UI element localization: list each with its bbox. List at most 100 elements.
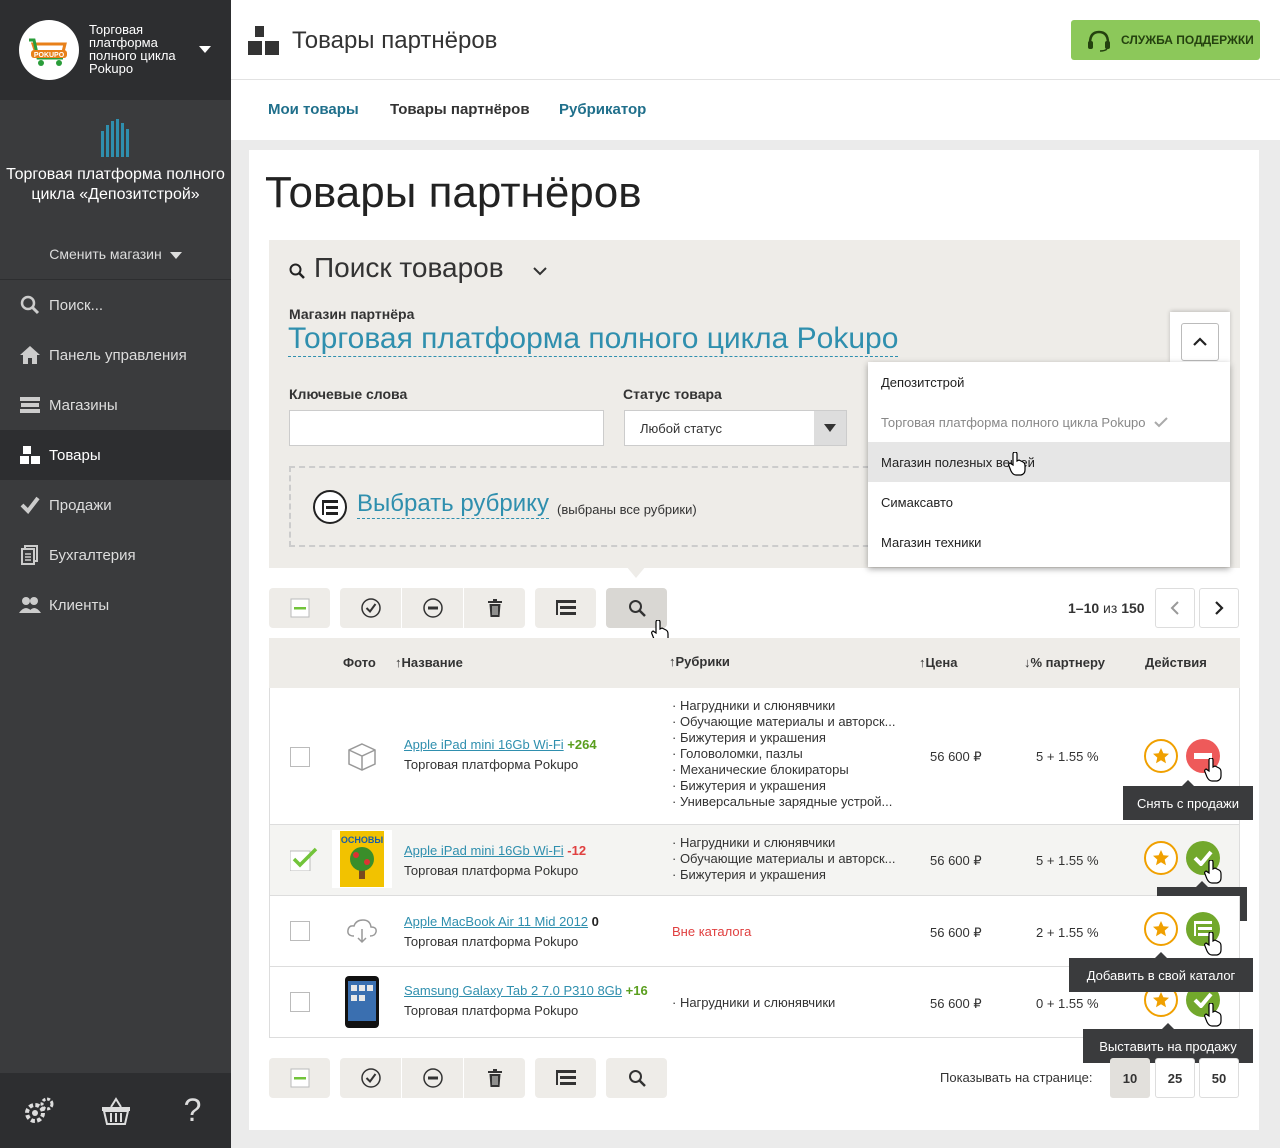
check-icon: [19, 494, 41, 516]
nav-item-sales[interactable]: Продажи: [0, 480, 231, 530]
chevron-down-icon[interactable]: [199, 46, 211, 53]
product-link[interactable]: Samsung Galaxy Tab 2 7.0 P310 8Gb: [404, 983, 622, 998]
approve-selected-button[interactable]: [340, 588, 401, 628]
cloud-download-icon: [332, 902, 392, 960]
delete-selected-button[interactable]: [464, 588, 525, 628]
gear-icon[interactable]: [0, 1073, 77, 1148]
row-checkbox[interactable]: [290, 747, 310, 767]
row-checkbox[interactable]: [290, 992, 310, 1012]
chevron-down-icon[interactable]: [532, 265, 548, 277]
dropdown-option[interactable]: Депозитстрой: [868, 362, 1230, 402]
rubric-item: · Обучающие материалы и авторск...: [672, 851, 896, 866]
pagination-info: 1–10 из 150: [1068, 600, 1145, 616]
pokupo-logo: POKUPO: [19, 20, 79, 80]
nav-item-stores[interactable]: Магазины: [0, 380, 231, 430]
search-toggle-button[interactable]: [606, 1058, 667, 1098]
product-link[interactable]: Apple MacBook Air 11 Mid 2012: [404, 914, 588, 929]
minus-circle-icon: [422, 598, 443, 618]
favorite-button[interactable]: [1144, 841, 1178, 875]
row-checkbox[interactable]: [290, 921, 310, 941]
status-label: Статус товара: [623, 386, 722, 402]
chevron-left-icon: [1170, 601, 1179, 615]
status-select[interactable]: Любой статус: [624, 410, 847, 446]
svg-text:POKUPO: POKUPO: [34, 52, 65, 59]
help-icon[interactable]: ?: [154, 1073, 231, 1148]
tooltip: Добавить в свой каталог: [1069, 952, 1253, 992]
nav-label: Панель управления: [49, 346, 187, 364]
product-name: Apple MacBook Air 11 Mid 2012 0: [404, 914, 599, 929]
nav-label: Продажи: [49, 496, 112, 514]
column-header-price[interactable]: ↑Цена: [919, 655, 957, 670]
rubric-selected-button[interactable]: [535, 1058, 596, 1098]
dropdown-toggle[interactable]: [1170, 312, 1230, 363]
keywords-label: Ключевые слова: [289, 386, 408, 402]
nav-item-dashboard[interactable]: Панель управления: [0, 330, 231, 380]
rubric-selected-button[interactable]: [535, 588, 596, 628]
per-page-label: Показывать на странице:: [940, 1070, 1093, 1085]
per-page-option-current[interactable]: 10: [1110, 1058, 1150, 1098]
select-all-checkbox[interactable]: [269, 588, 330, 628]
rubric-item: · Бижутерия и украшения: [672, 730, 826, 745]
nav-item-accounting[interactable]: Бухгалтерия: [0, 530, 231, 580]
triangle-down-icon: [814, 411, 846, 445]
check-circle-icon: [360, 1068, 381, 1088]
column-header-partner-pct[interactable]: ↓% партнеру: [1024, 655, 1105, 670]
product-link[interactable]: Apple iPad mini 16Gb Wi-Fi: [404, 737, 564, 752]
next-page-button[interactable]: [1199, 588, 1239, 628]
tab-rubricator[interactable]: Рубрикатор: [559, 101, 646, 118]
nav-item-clients[interactable]: Клиенты: [0, 580, 231, 630]
search-icon: [628, 1070, 646, 1087]
column-header-actions: Действия: [1145, 655, 1207, 670]
partner-store-select[interactable]: Торговая платформа полного цикла Pokupo: [288, 322, 899, 357]
dropdown-option-hovered[interactable]: Магазин полезных вещей: [868, 442, 1230, 482]
product-store: Торговая платформа Pokupo: [404, 1003, 579, 1018]
rubric-tree-icon: [312, 489, 348, 525]
delete-selected-button[interactable]: [464, 1058, 525, 1098]
rubric-item: · Головоломки, пазлы: [672, 746, 803, 761]
chevron-up-icon[interactable]: [1181, 323, 1219, 361]
support-button[interactable]: СЛУЖБА ПОДДЕРЖКИ: [1071, 20, 1260, 60]
column-header-name[interactable]: ↑Название: [395, 655, 463, 670]
search-icon: [628, 600, 646, 617]
table-row: ОСНОВЫ Apple iPad mini 16Gb Wi-Fi -12 То…: [269, 825, 1240, 896]
dropdown-option[interactable]: Магазин техники: [868, 522, 1230, 562]
tab-my-products[interactable]: Мои товары: [268, 101, 359, 118]
favorite-button[interactable]: [1144, 912, 1178, 946]
product-rubrics: · Нагрудники и слюнявчики: [672, 995, 835, 1011]
column-header-rubrics[interactable]: ↑Рубрики: [669, 654, 730, 669]
page-title: Товары партнёров: [265, 168, 642, 217]
keywords-input[interactable]: [289, 410, 604, 446]
product-store: Торговая платформа Pokupo: [404, 757, 579, 772]
remove-selected-button[interactable]: [402, 588, 463, 628]
nav-item-search[interactable]: Поиск...: [0, 280, 231, 330]
product-price: 56 600 ₽: [930, 996, 982, 1011]
users-icon: [19, 594, 41, 616]
switch-store-button[interactable]: Сменить магазин: [0, 246, 231, 262]
product-store: Торговая платформа Pokupo: [404, 934, 579, 949]
chevron-down-icon: [169, 251, 182, 259]
per-page-option[interactable]: 50: [1199, 1058, 1239, 1098]
select-all-checkbox[interactable]: [269, 1058, 330, 1098]
remove-selected-button[interactable]: [402, 1058, 463, 1098]
star-icon: [1153, 992, 1169, 1008]
product-price: 56 600 ₽: [930, 853, 982, 868]
partner-pct: 0 + 1.55 %: [1036, 996, 1099, 1011]
checked-checkbox[interactable]: [290, 847, 318, 871]
minus-checkbox-icon: [290, 1068, 309, 1088]
tab-partner-products[interactable]: Товары партнёров: [390, 101, 530, 118]
prev-page-button[interactable]: [1155, 588, 1195, 628]
approve-selected-button[interactable]: [340, 1058, 401, 1098]
product-name: Apple iPad mini 16Gb Wi-Fi +264: [404, 737, 597, 752]
dropdown-option[interactable]: Симаксавто: [868, 482, 1230, 522]
rubric-item: · Обучающие материалы и авторск...: [672, 714, 896, 729]
nav-item-products[interactable]: Товары: [0, 430, 231, 480]
basket-icon[interactable]: [77, 1073, 154, 1148]
out-of-catalog-status: Вне каталога: [672, 924, 752, 939]
dropdown-option-selected[interactable]: Торговая платформа полного цикла Pokupo: [868, 402, 1230, 442]
store-selector[interactable]: POKUPO Торговая платформа полного цикла …: [0, 0, 231, 100]
per-page-option[interactable]: 25: [1155, 1058, 1195, 1098]
product-link[interactable]: Apple iPad mini 16Gb Wi-Fi: [404, 843, 564, 858]
favorite-button[interactable]: [1144, 739, 1178, 773]
select-rubric-link[interactable]: Выбрать рубрику: [357, 490, 549, 519]
search-toggle[interactable]: Поиск товаров: [314, 252, 504, 284]
